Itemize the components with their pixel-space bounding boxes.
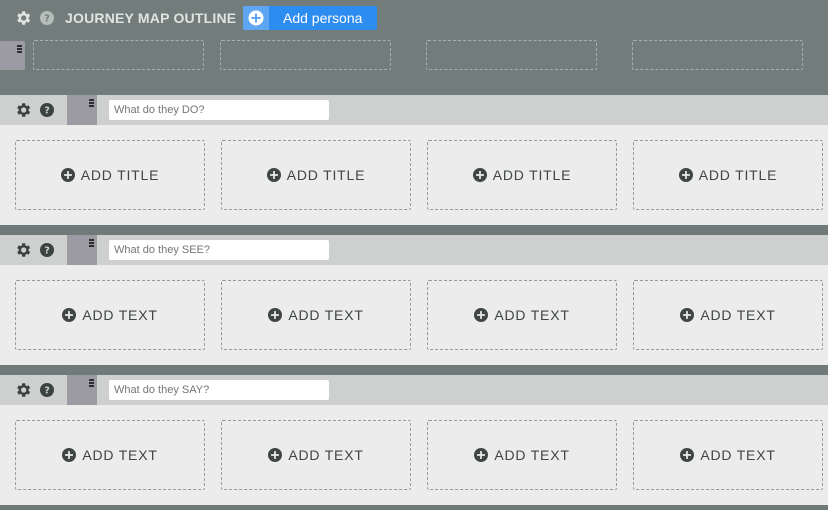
section-body: ADD TEXT ADD TEXT ADD TEXT ADD TEXT (0, 405, 828, 505)
add-text-card[interactable]: ADD TEXT (15, 420, 205, 490)
card-label: ADD TEXT (700, 447, 776, 463)
card-label: ADD TEXT (700, 307, 776, 323)
section-title-input[interactable] (109, 240, 329, 260)
card-label: ADD TEXT (494, 447, 570, 463)
svg-text:?: ? (44, 246, 50, 257)
section-toolbar: ? (0, 95, 828, 125)
section-drag-handle[interactable] (67, 95, 97, 125)
plus-circle-icon (680, 308, 695, 322)
card-label: ADD TEXT (82, 307, 158, 323)
add-text-card[interactable]: ADD TEXT (427, 420, 617, 490)
question-icon[interactable]: ? (40, 11, 54, 25)
persona-row-handle[interactable] (0, 41, 25, 70)
add-text-card[interactable]: ADD TEXT (633, 280, 823, 350)
plus-circle-icon (268, 308, 283, 322)
drag-handle-icon (89, 379, 94, 388)
section-title-input[interactable] (109, 100, 329, 120)
add-title-card[interactable]: ADD TITLE (15, 140, 205, 210)
gear-icon[interactable] (14, 241, 32, 259)
section-body: ADD TITLE ADD TITLE ADD TITLE ADD TITLE (0, 125, 828, 225)
add-title-card[interactable]: ADD TITLE (221, 140, 411, 210)
card-label: ADD TEXT (288, 447, 364, 463)
gear-icon[interactable] (14, 9, 32, 27)
add-title-card[interactable]: ADD TITLE (427, 140, 617, 210)
persona-slot[interactable] (426, 40, 597, 70)
card-label: ADD TEXT (82, 447, 158, 463)
add-persona-label: Add persona (283, 10, 363, 26)
page-title: JOURNEY MAP OUTLINE (65, 10, 237, 26)
card-label: ADD TEXT (494, 307, 570, 323)
svg-text:?: ? (44, 386, 50, 397)
add-text-card[interactable]: ADD TEXT (633, 420, 823, 490)
card-label: ADD TEXT (288, 307, 364, 323)
plus-circle-icon (60, 168, 75, 182)
add-text-card[interactable]: ADD TEXT (427, 280, 617, 350)
section-toolbar: ? (0, 235, 828, 265)
section-title-input[interactable] (109, 380, 329, 400)
section-body: ADD TEXT ADD TEXT ADD TEXT ADD TEXT (0, 265, 828, 365)
svg-text:?: ? (44, 14, 50, 25)
svg-text:?: ? (44, 106, 50, 117)
gear-icon[interactable] (14, 101, 32, 119)
plus-circle-icon (62, 448, 77, 462)
plus-circle-icon (474, 448, 489, 462)
drag-handle-icon (89, 239, 94, 248)
persona-slot[interactable] (220, 40, 391, 70)
question-icon[interactable]: ? (40, 103, 54, 117)
add-persona-plus (243, 6, 269, 30)
question-icon[interactable]: ? (40, 243, 54, 257)
plus-circle-icon (474, 308, 489, 322)
plus-circle-icon (472, 168, 487, 182)
add-title-card[interactable]: ADD TITLE (633, 140, 823, 210)
section-drag-handle[interactable] (67, 375, 97, 405)
gear-icon[interactable] (14, 381, 32, 399)
plus-circle-icon (268, 448, 283, 462)
add-text-card[interactable]: ADD TEXT (221, 280, 411, 350)
card-label: ADD TITLE (80, 167, 160, 183)
add-text-card[interactable]: ADD TEXT (15, 280, 205, 350)
plus-circle-icon (248, 10, 264, 26)
section-toolbar: ? (0, 375, 828, 405)
persona-slot[interactable] (33, 40, 204, 70)
card-label: ADD TITLE (698, 167, 778, 183)
add-text-card[interactable]: ADD TEXT (221, 420, 411, 490)
persona-slot[interactable] (632, 40, 803, 70)
plus-circle-icon (678, 168, 693, 182)
drag-handle-icon (89, 99, 94, 108)
drag-handle-icon (17, 45, 22, 54)
section-drag-handle[interactable] (67, 235, 97, 265)
card-label: ADD TITLE (492, 167, 572, 183)
journey-map-header: ? JOURNEY MAP OUTLINE Add persona (0, 0, 828, 95)
plus-circle-icon (62, 308, 77, 322)
plus-circle-icon (680, 448, 695, 462)
question-icon[interactable]: ? (40, 383, 54, 397)
add-persona-button[interactable]: Add persona (243, 6, 377, 30)
card-label: ADD TITLE (286, 167, 366, 183)
plus-circle-icon (266, 168, 281, 182)
